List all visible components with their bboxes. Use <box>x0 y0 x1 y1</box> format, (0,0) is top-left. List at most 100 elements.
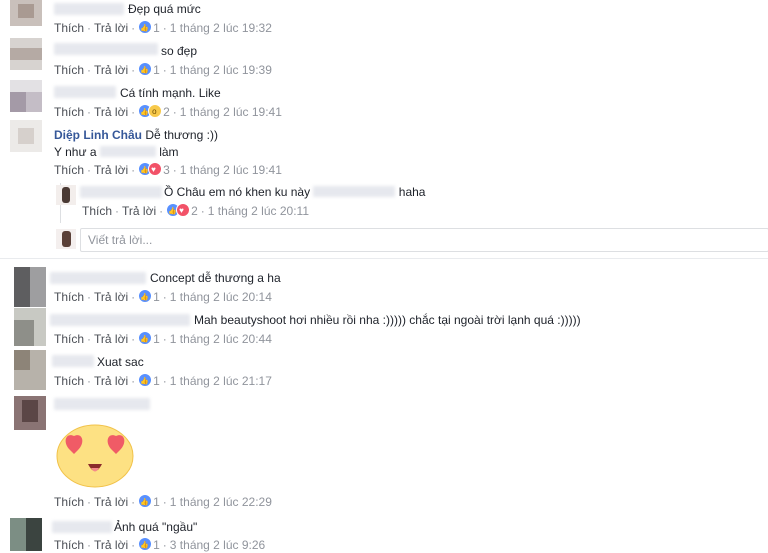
like-button[interactable]: Thích <box>54 374 84 388</box>
wow-reaction-icon <box>148 104 163 119</box>
author-name[interactable]: Diệp Linh Châu <box>54 128 142 142</box>
author-name[interactable] <box>50 314 190 326</box>
comment-text: Ảnh quá "ngầu" <box>114 520 198 534</box>
avatar[interactable] <box>10 518 42 551</box>
like-reaction-icon <box>138 20 153 36</box>
timestamp[interactable]: 1 tháng 2 lúc 20:14 <box>170 290 272 304</box>
mention-tag[interactable] <box>313 186 396 197</box>
reaction-count[interactable]: 2 <box>163 105 170 119</box>
author-name[interactable] <box>52 355 94 367</box>
author-name[interactable] <box>54 43 158 55</box>
comment-text: Đẹp quá mức <box>128 2 201 16</box>
comment-text-line2: Y như a làm <box>54 145 179 160</box>
author-name[interactable] <box>54 86 116 98</box>
timestamp[interactable]: 1 tháng 2 lúc 19:32 <box>170 21 272 35</box>
timestamp[interactable]: 3 tháng 2 lúc 9:26 <box>170 538 265 552</box>
reply-button[interactable]: Trả lời <box>122 204 156 218</box>
like-button[interactable]: Thích <box>54 538 84 552</box>
reply-body: Ồ Châu em nó khen ku này <box>164 185 311 199</box>
reaction-count[interactable]: 1 <box>153 21 160 35</box>
reply-button[interactable]: Trả lời <box>94 105 128 119</box>
reply-button[interactable]: Trả lời <box>94 332 128 346</box>
love-reaction-icon <box>176 203 191 218</box>
comment-body: Dễ thương :)) <box>145 128 218 142</box>
reply-button[interactable]: Trả lời <box>94 290 128 304</box>
comment-actions: Thích·Trả lời·1·1 tháng 2 lúc 21:17 <box>54 373 272 389</box>
reply-button[interactable]: Trả lời <box>94 374 128 388</box>
avatar[interactable] <box>14 350 46 390</box>
like-button[interactable]: Thích <box>54 163 84 177</box>
love-reaction-icon <box>148 162 163 177</box>
avatar[interactable] <box>14 308 46 346</box>
mention-tag[interactable] <box>99 146 156 157</box>
timestamp[interactable]: 1 tháng 2 lúc 22:29 <box>170 495 272 509</box>
like-button[interactable]: Thích <box>54 105 84 119</box>
timestamp[interactable]: 1 tháng 2 lúc 21:17 <box>170 374 272 388</box>
reply-button[interactable]: Trả lời <box>94 538 128 552</box>
reaction-count[interactable]: 2 <box>191 204 198 218</box>
comment-body-prefix: Y như a <box>54 145 97 159</box>
comment-text: Concept dễ thương a ha <box>150 271 281 285</box>
timestamp[interactable]: 1 tháng 2 lúc 20:11 <box>208 204 309 218</box>
like-button[interactable]: Thích <box>54 21 84 35</box>
timestamp[interactable]: 1 tháng 2 lúc 20:44 <box>170 332 272 346</box>
comment-body-suffix: làm <box>159 145 179 159</box>
reaction-count[interactable]: 1 <box>153 332 160 346</box>
reply-button[interactable]: Trả lời <box>94 163 128 177</box>
avatar <box>56 229 76 249</box>
comment-actions: Thích·Trả lời·2·1 tháng 2 lúc 19:41 <box>54 104 282 120</box>
like-button[interactable]: Thích <box>54 495 84 509</box>
reply-actions: Thích·Trả lời·2·1 tháng 2 lúc 20:11 <box>82 203 309 219</box>
comment-text: Diệp Linh Châu Dễ thương :)) <box>54 128 218 143</box>
comment-actions: Thích·Trả lời·3·1 tháng 2 lúc 19:41 <box>54 162 282 178</box>
divider <box>0 258 768 259</box>
comment-text: Mah beautyshoot hơi nhiều rồi nha :)))))… <box>194 313 581 327</box>
avatar[interactable] <box>10 80 42 112</box>
like-reaction-icon <box>138 537 153 553</box>
author-name[interactable] <box>52 521 112 533</box>
like-reaction-icon <box>138 62 153 78</box>
heart-eyes-sticker <box>56 424 134 488</box>
reaction-count[interactable]: 3 <box>163 163 170 177</box>
reply-placeholder: Viết trả lời... <box>88 233 153 247</box>
author-name[interactable] <box>50 272 146 284</box>
comment-text: so đẹp <box>161 44 198 58</box>
comment-actions: Thích·Trả lời·1·1 tháng 2 lúc 20:14 <box>54 289 272 305</box>
like-reaction-icon <box>138 373 153 389</box>
like-reaction-icon <box>138 289 153 305</box>
comment-actions: Thích·Trả lời·1·1 tháng 2 lúc 22:29 <box>54 494 272 510</box>
author-name[interactable] <box>80 186 162 198</box>
reply-text: Ồ Châu em nó khen ku này haha <box>164 185 425 200</box>
avatar[interactable] <box>10 38 42 70</box>
avatar[interactable] <box>14 267 46 307</box>
author-name[interactable] <box>54 398 150 410</box>
avatar[interactable] <box>56 185 76 205</box>
reply-button[interactable]: Trả lời <box>94 21 128 35</box>
reaction-count[interactable]: 1 <box>153 495 160 509</box>
comment-actions: Thích·Trả lời·1·1 tháng 2 lúc 19:32 <box>54 20 272 36</box>
like-reaction-icon <box>138 494 153 510</box>
like-button[interactable]: Thích <box>54 332 84 346</box>
timestamp[interactable]: 1 tháng 2 lúc 19:41 <box>180 163 282 177</box>
reaction-count[interactable]: 1 <box>153 374 160 388</box>
comment-actions: Thích·Trả lời·1·1 tháng 2 lúc 20:44 <box>54 331 272 347</box>
reaction-count[interactable]: 1 <box>153 290 160 304</box>
reply-body-suffix: haha <box>398 185 426 199</box>
avatar[interactable] <box>10 0 42 26</box>
timestamp[interactable]: 1 tháng 2 lúc 19:41 <box>180 105 282 119</box>
like-button[interactable]: Thích <box>54 63 84 77</box>
reaction-count[interactable]: 1 <box>153 63 160 77</box>
like-button[interactable]: Thích <box>82 204 112 218</box>
avatar[interactable] <box>10 120 42 152</box>
like-button[interactable]: Thích <box>54 290 84 304</box>
comment-text: Cá tính mạnh. Like <box>120 86 221 100</box>
avatar[interactable] <box>14 396 46 430</box>
reaction-count[interactable]: 1 <box>153 538 160 552</box>
comment-text: Xuat sac <box>97 355 144 369</box>
reply-button[interactable]: Trả lời <box>94 63 128 77</box>
like-reaction-icon <box>138 331 153 347</box>
reply-input[interactable]: Viết trả lời... <box>80 228 768 252</box>
timestamp[interactable]: 1 tháng 2 lúc 19:39 <box>170 63 272 77</box>
reply-button[interactable]: Trả lời <box>94 495 128 509</box>
author-name[interactable] <box>54 3 124 15</box>
